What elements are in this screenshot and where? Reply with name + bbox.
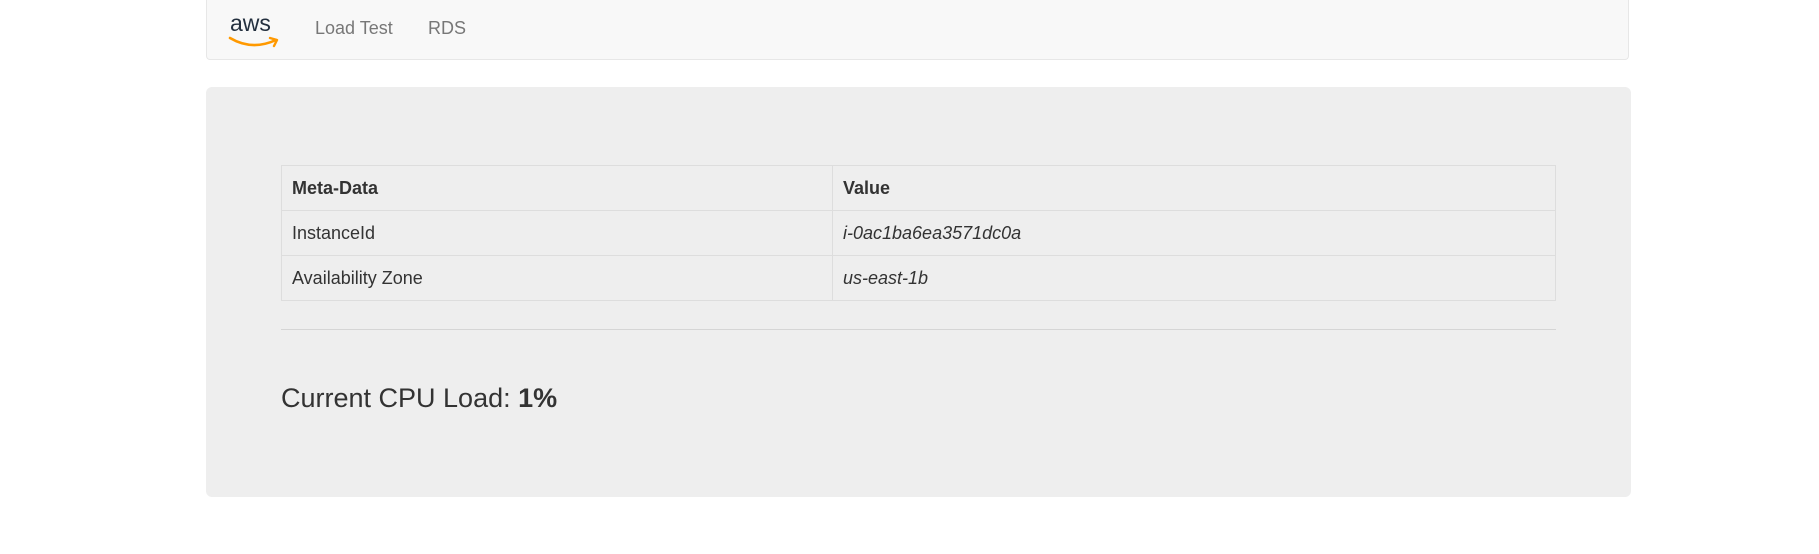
metadata-key: Availability Zone: [281, 255, 833, 301]
metadata-value: i-0ac1ba6ea3571dc0a: [832, 210, 1556, 256]
cpu-load-readout: Current CPU Load: 1%: [281, 383, 557, 413]
metadata-table: Meta-Data Value InstanceId i-0ac1ba6ea35…: [281, 165, 1556, 301]
nav-link-load-test[interactable]: Load Test: [315, 18, 393, 38]
metadata-value: us-east-1b: [832, 255, 1556, 301]
metadata-key: InstanceId: [281, 210, 833, 256]
cpu-load-label: Current CPU Load:: [281, 383, 519, 413]
table-row: InstanceId i-0ac1ba6ea3571dc0a: [281, 210, 1556, 256]
cpu-load-value: 1%: [518, 383, 558, 413]
table-header-row: Meta-Data Value: [281, 165, 1556, 211]
table-row: Availability Zone us-east-1b: [281, 255, 1556, 301]
aws-logo-text: aws: [230, 10, 271, 36]
divider: [281, 329, 1556, 330]
aws-logo-icon[interactable]: aws: [227, 9, 283, 51]
top-navbar: aws Load Test RDS: [206, 0, 1629, 60]
nav-link-rds[interactable]: RDS: [428, 18, 466, 38]
column-header-value: Value: [832, 165, 1556, 211]
metadata-panel: Meta-Data Value InstanceId i-0ac1ba6ea35…: [206, 87, 1631, 497]
column-header-meta-data: Meta-Data: [281, 165, 833, 211]
